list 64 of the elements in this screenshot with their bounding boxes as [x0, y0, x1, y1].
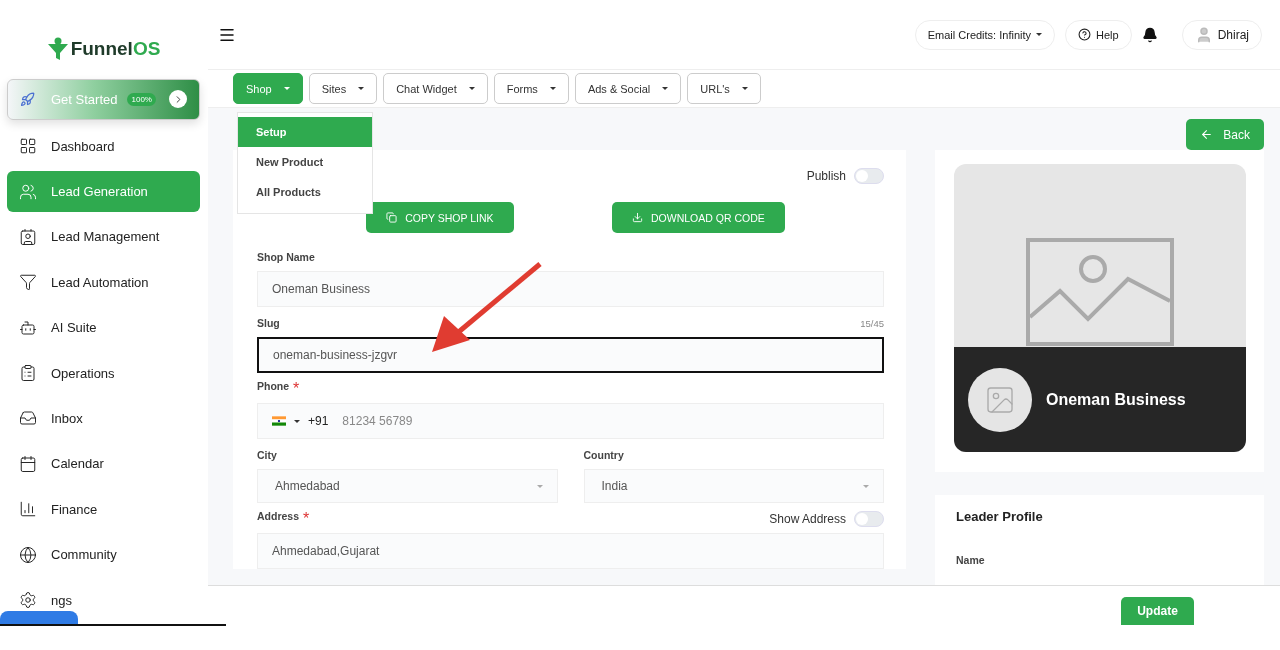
sidebar-item[interactable]: Operations [7, 352, 200, 394]
text-field[interactable]: oneman-business-jzgvr [257, 337, 884, 373]
rocket-icon [20, 91, 35, 107]
nav-icon [19, 318, 37, 337]
sidebar-item[interactable]: Inbox [7, 398, 200, 439]
field-label: Country [583, 449, 624, 461]
nav-icon [19, 591, 37, 609]
select-field[interactable]: Ahmedabad [257, 469, 558, 503]
help-button[interactable]: Help [1065, 19, 1132, 50]
toggle-switch[interactable] [854, 168, 884, 184]
sidebar-item[interactable]: Dashboard [7, 125, 200, 167]
logo: FunnelOS [7, 30, 200, 69]
sidebar-item[interactable]: Calendar [7, 443, 200, 485]
field-label: Shop Name [257, 251, 315, 263]
toggle-label: Show Address [769, 512, 846, 526]
text-field[interactable]: Ahmedabad,Gujarat [257, 533, 884, 569]
required-mark: * [293, 380, 300, 398]
field-label: Slug [257, 317, 280, 329]
nav-icon [19, 227, 37, 246]
progress-badge: 100% [127, 92, 156, 106]
nav-icon [19, 182, 37, 201]
tab[interactable]: Chat Widget [383, 73, 488, 104]
copy-icon [386, 212, 398, 223]
nav-icon [19, 454, 37, 473]
field-label: Name [956, 554, 985, 566]
get-started-label: Get Started [51, 91, 118, 107]
nav-icon [19, 273, 37, 292]
arrow-button[interactable] [169, 90, 187, 109]
card-title: Leader Profile [956, 509, 1044, 524]
help-icon [1078, 28, 1092, 41]
download-icon [632, 212, 643, 223]
nav-icon [19, 500, 37, 519]
flag-icon [272, 416, 286, 426]
nav-icon [19, 545, 37, 564]
nav-icon [19, 364, 37, 383]
required-mark: * [303, 510, 310, 528]
sidebar-item[interactable]: ngs [7, 579, 200, 621]
sidebar-item[interactable]: Lead Automation [7, 261, 200, 303]
tab[interactable]: Sites [308, 73, 378, 104]
phone-field[interactable]: +91 81234 56789 [257, 403, 884, 439]
arrow-left-icon [1200, 128, 1214, 141]
image-placeholder-icon [1025, 237, 1175, 347]
field-label: Phone [257, 380, 290, 394]
sidebar-item[interactable]: Finance [7, 488, 200, 530]
character-counter: 15/45 [860, 317, 884, 329]
sidebar-item[interactable]: Lead Management [7, 216, 200, 258]
tab[interactable]: URL's [687, 73, 761, 104]
business-name: Oneman Business [1046, 390, 1186, 409]
user-menu[interactable]: Dhiraj [1181, 19, 1262, 50]
chat-pill[interactable] [0, 611, 78, 625]
field-label: City [257, 449, 277, 461]
sidebar-item[interactable]: Community [7, 534, 200, 576]
bell-icon[interactable] [1141, 26, 1158, 43]
credits-dropdown[interactable]: Email Credits: Infinity [914, 19, 1056, 50]
select-field[interactable]: India [583, 469, 884, 503]
nav-icon [19, 409, 37, 428]
field-label: Address [257, 510, 299, 524]
nav-icon [19, 137, 37, 156]
sidebar-item[interactable]: AI Suite [7, 307, 200, 349]
publish-label: Publish [806, 169, 846, 183]
tab[interactable]: Forms [493, 73, 569, 104]
tab[interactable]: Ads & Social [574, 73, 682, 104]
text-field[interactable]: Oneman Business [257, 271, 884, 307]
toggle-switch[interactable] [854, 511, 884, 527]
